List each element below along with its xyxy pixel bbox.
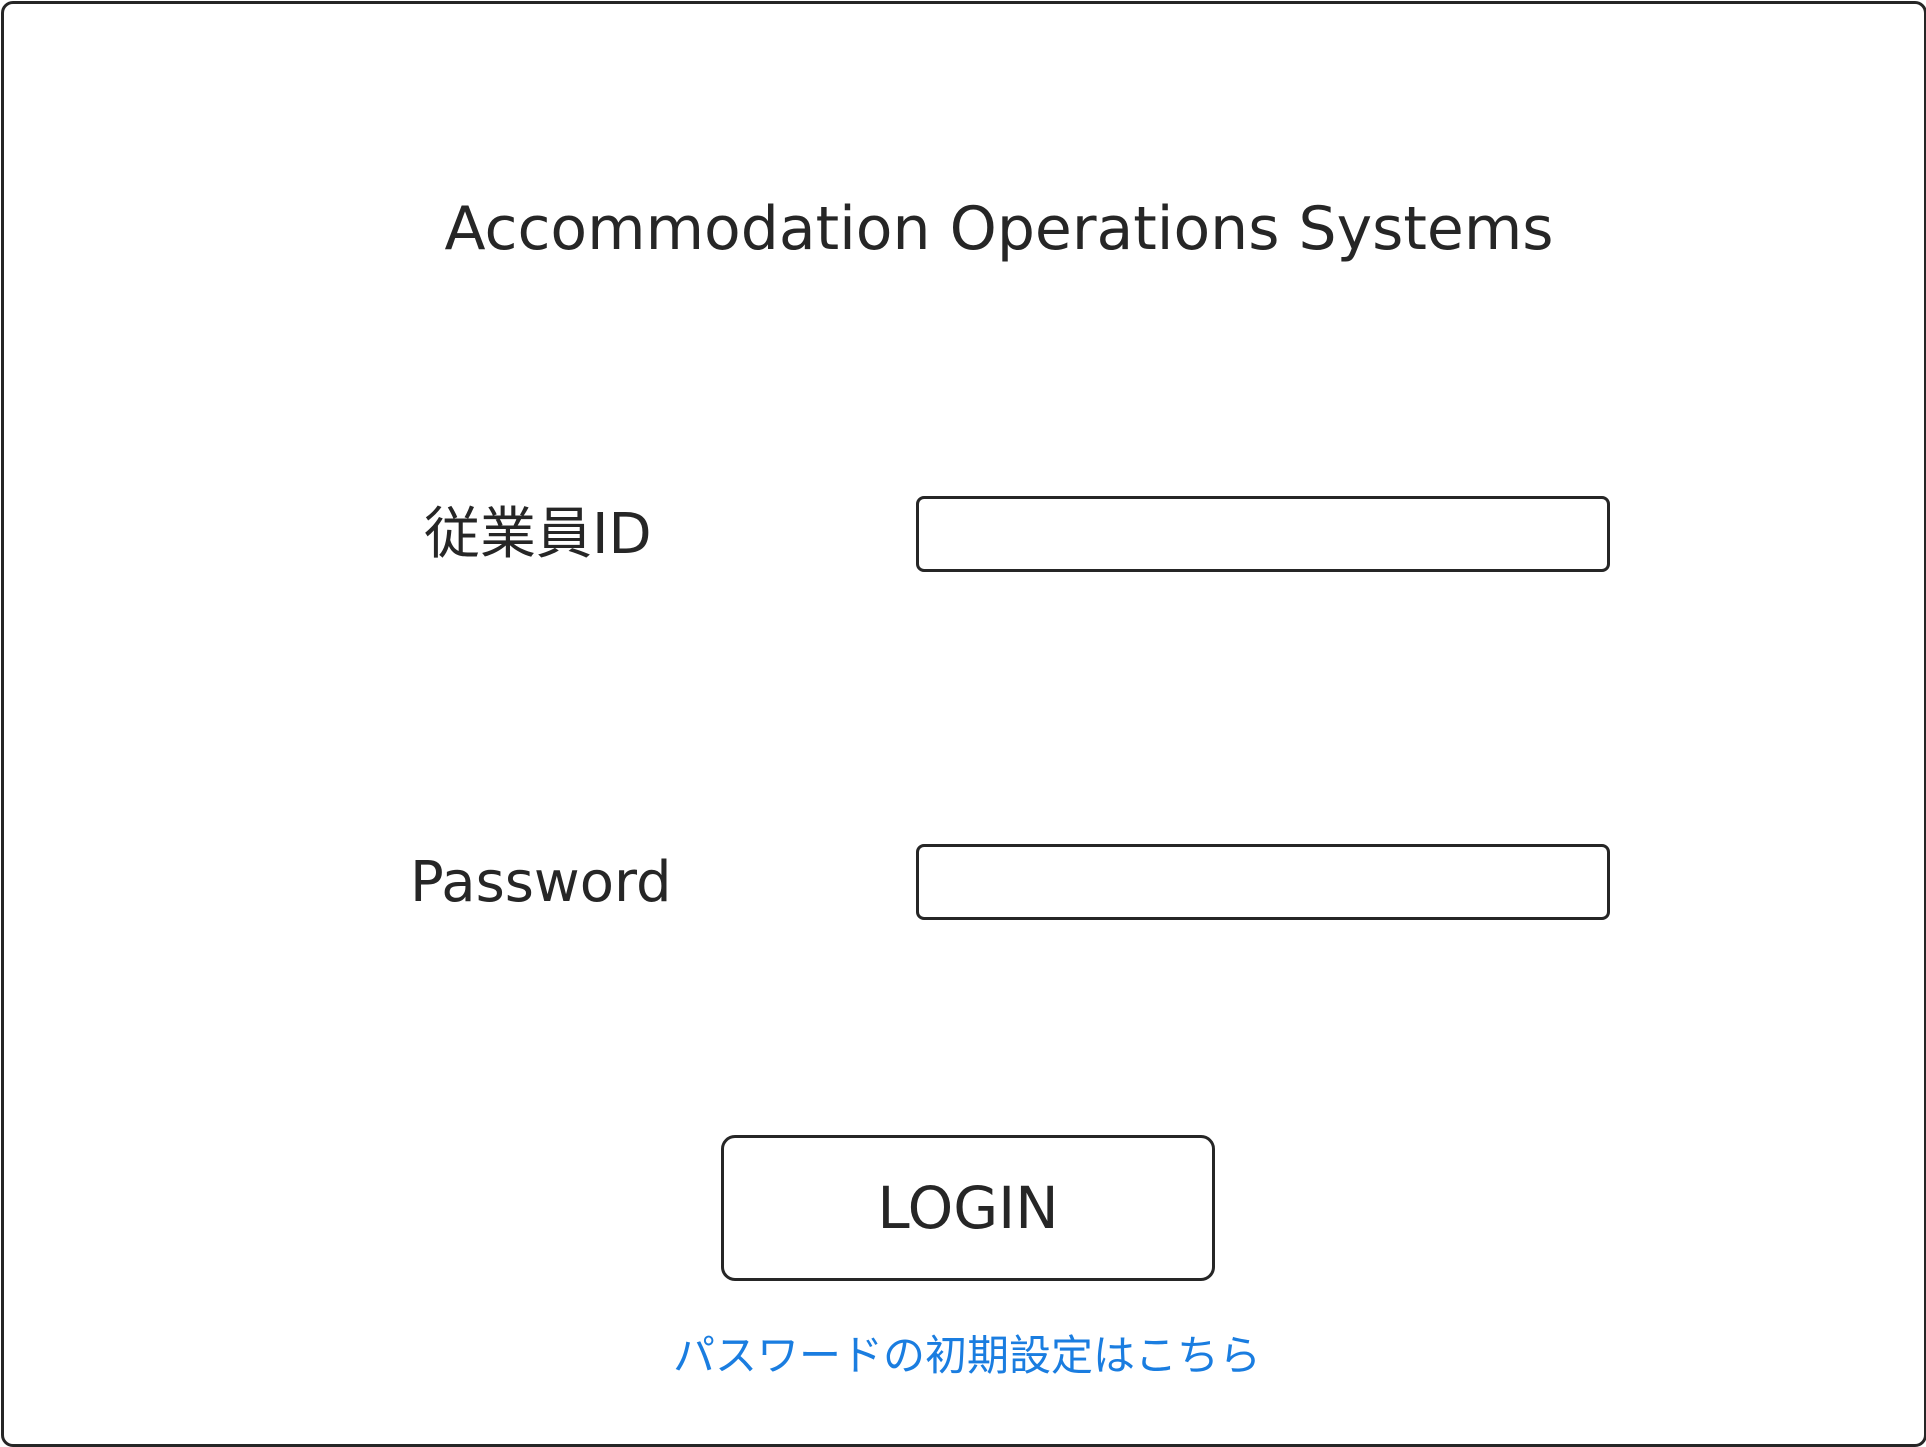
password-setup-link-container: パスワードの初期設定はこちら: [4, 1328, 1924, 1384]
login-screen: Accommodation Operations Systems 従業員ID P…: [1, 1, 1926, 1447]
password-input[interactable]: [916, 844, 1610, 920]
password-label: Password: [410, 850, 672, 915]
employee-id-input[interactable]: [916, 496, 1610, 572]
password-setup-link[interactable]: パスワードの初期設定はこちら: [673, 1331, 1261, 1380]
app-title: Accommodation Operations Systems: [444, 194, 1554, 264]
login-button[interactable]: LOGIN: [721, 1135, 1215, 1281]
employee-id-label: 従業員ID: [424, 502, 652, 567]
